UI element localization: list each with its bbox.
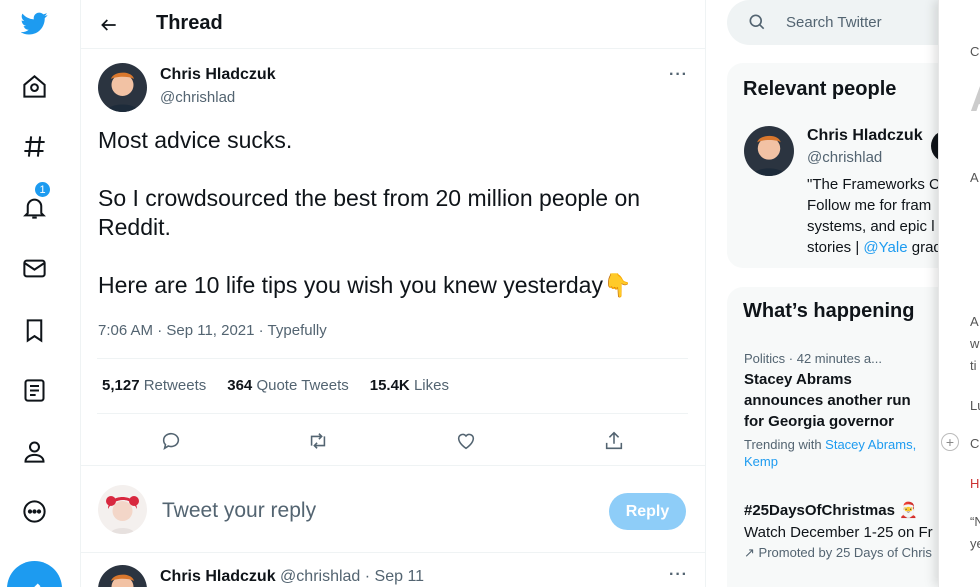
trend-title-line: announces another run — [744, 392, 911, 409]
retweets-label: Retweets — [143, 377, 207, 394]
quotes-count: 364 — [227, 377, 253, 394]
more-options-icon[interactable] — [13, 490, 55, 532]
retweets-stat[interactable]: 5,127 Retweets — [102, 377, 206, 394]
notification-badge: 1 — [34, 181, 51, 198]
relevant-people-title: Relevant people — [743, 78, 897, 100]
overlay-text: w — [970, 336, 980, 351]
divider — [97, 358, 688, 359]
promoted-icon: ↗ — [744, 545, 755, 560]
overlay-text: A — [970, 314, 979, 329]
next-tweet-author: Chris Hladczuk — [160, 568, 276, 585]
promoted-trend-title: #25DaysOfChristmas 🎅 — [744, 502, 918, 519]
page-title: Thread — [156, 12, 223, 34]
search-box[interactable]: Search Twitter — [727, 0, 967, 45]
reply-icon[interactable] — [156, 426, 186, 456]
overlay-text: A — [970, 170, 979, 185]
relevant-person-avatar[interactable] — [744, 126, 794, 176]
trend-link[interactable]: Kemp — [744, 454, 778, 469]
overlay-text: A — [970, 78, 980, 121]
user-avatar[interactable] — [98, 485, 147, 534]
tweet-line: Most advice sucks. — [98, 127, 293, 153]
bio-line: systems, and epic l — [807, 218, 935, 235]
thread-column: Thread Chris Hladczuk @chrishlad ··· Mos… — [81, 0, 706, 587]
promoted-trend[interactable]: #25DaysOfChristmas 🎅 Watch December 1-25… — [744, 500, 964, 561]
bio-text: grad — [907, 239, 940, 256]
trend-title-line: Stacey Abrams — [744, 371, 852, 388]
next-tweet-more-icon[interactable]: ··· — [669, 566, 688, 584]
side-overlay-panel[interactable]: Cl A A A w ti Lu + C H “N ye — [938, 0, 980, 587]
tweet-line: So I crowdsourced the best from 20 milli… — [98, 185, 641, 240]
profile-icon[interactable] — [13, 430, 55, 472]
overlay-text: H — [970, 476, 980, 491]
reply-input[interactable]: Tweet your reply — [162, 499, 316, 523]
author-name[interactable]: Chris Hladczuk — [160, 66, 276, 84]
trend-related: Trending with Stacey Abrams, Kemp — [744, 436, 964, 470]
whats-happening-title: What’s happening — [743, 300, 915, 322]
trend-link[interactable]: Stacey Abrams, — [825, 437, 916, 452]
author-handle[interactable]: @chrishlad — [160, 89, 235, 106]
author-avatar[interactable] — [98, 63, 147, 112]
overlay-text: ye — [970, 536, 980, 551]
trend-item[interactable]: Politics · 42 minutes a... Stacey Abrams… — [744, 351, 964, 470]
twitter-logo-icon[interactable] — [13, 2, 55, 44]
tweet-line: Here are 10 life tips you wish you knew … — [98, 272, 632, 298]
lists-icon[interactable] — [13, 369, 55, 411]
likes-count: 15.4K — [369, 377, 410, 394]
overlay-text: C — [970, 436, 980, 451]
tweet-text: Most advice sucks. So I crowdsourced the… — [98, 126, 698, 329]
bio-line: Follow me for fram — [807, 197, 932, 214]
next-tweet-header[interactable]: Chris Hladczuk @chrishlad · Sep 11 — [160, 568, 424, 586]
bookmarks-icon[interactable] — [13, 309, 55, 351]
promoted-label: ↗ Promoted by 25 Days of Chris — [744, 545, 964, 561]
messages-envelope-icon[interactable] — [13, 247, 55, 289]
overlay-add-icon[interactable]: + — [941, 433, 959, 451]
bio-line: "The Frameworks C — [807, 176, 940, 193]
thread-header: Thread — [81, 0, 706, 49]
share-icon[interactable] — [599, 426, 629, 456]
divider — [97, 413, 688, 414]
left-nav: 1 — [0, 0, 81, 587]
quotes-stat[interactable]: 364 Quote Tweets — [227, 377, 348, 394]
likes-stat[interactable]: 15.4K Likes — [370, 377, 449, 394]
compose-icon — [33, 583, 40, 587]
relevant-person-bio: "The Frameworks C Follow me for fram sys… — [807, 174, 940, 258]
relevant-person-handle[interactable]: @chrishlad — [807, 149, 882, 166]
notifications-bell-icon[interactable]: 1 — [13, 181, 55, 228]
more-icon[interactable]: ··· — [669, 66, 688, 84]
bio-line: stories | @Yale grad — [807, 237, 940, 258]
trend-related-label: Trending with — [744, 437, 826, 452]
tweet-stats: 5,127 Retweets 364 Quote Tweets 15.4K Li… — [102, 377, 449, 394]
bio-text: stories | — [807, 239, 864, 256]
explore-hashtag-icon[interactable] — [13, 125, 55, 167]
overlay-text: ti — [970, 358, 977, 373]
whats-happening-card: What’s happening Politics · 42 minutes a… — [727, 287, 967, 587]
overlay-text: Lu — [970, 398, 980, 413]
trend-title-line: for Georgia governor — [744, 413, 895, 430]
home-icon[interactable] — [13, 65, 55, 107]
relevant-person-name[interactable]: Chris Hladczuk — [807, 127, 923, 145]
compose-tweet-button[interactable] — [7, 561, 62, 587]
tweet-actions — [81, 426, 706, 456]
retweet-icon[interactable] — [303, 426, 333, 456]
tweet-timestamp[interactable]: 7:06 AM · Sep 11, 2021 · Typefully — [98, 322, 327, 339]
like-heart-icon[interactable] — [451, 426, 481, 456]
quotes-label: Quote Tweets — [256, 377, 349, 394]
overlay-text: Cl — [970, 44, 980, 59]
trend-meta: Politics · 42 minutes a... — [744, 351, 882, 366]
promoted-trend-subtitle: Watch December 1-25 on Fr — [744, 524, 933, 541]
back-arrow-icon[interactable] — [93, 9, 125, 41]
overlay-text: “N — [970, 514, 980, 529]
next-tweet-avatar[interactable] — [98, 565, 147, 587]
next-tweet-handle: @chrishlad · Sep 11 — [280, 568, 425, 585]
retweets-count: 5,127 — [102, 377, 140, 394]
bio-link[interactable]: @Yale — [863, 239, 907, 256]
reply-composer: Tweet your reply Reply — [81, 465, 706, 553]
likes-label: Likes — [413, 377, 449, 394]
reply-button[interactable]: Reply — [609, 493, 686, 530]
promoted-text: Promoted by 25 Days of Chris — [758, 545, 932, 560]
search-input[interactable]: Search Twitter — [786, 14, 882, 31]
search-icon — [749, 14, 765, 30]
